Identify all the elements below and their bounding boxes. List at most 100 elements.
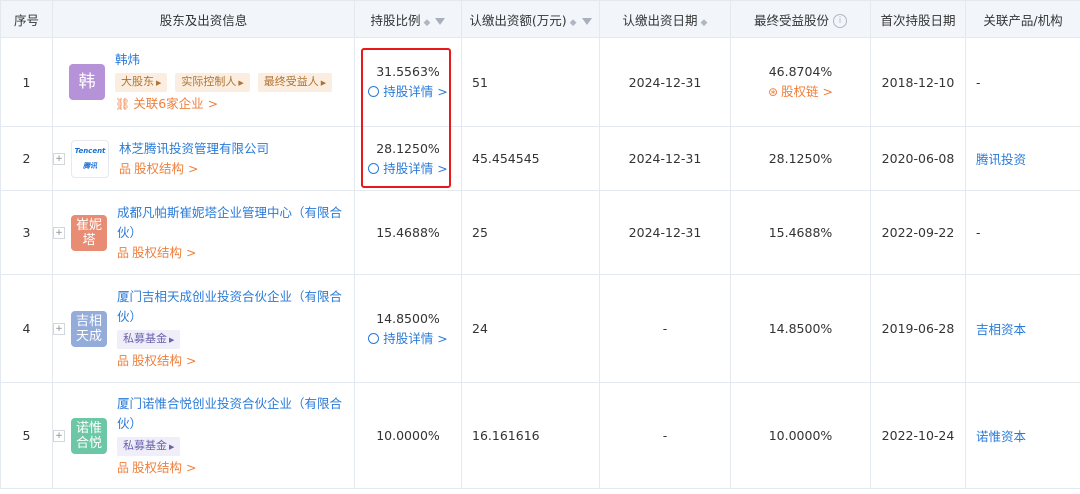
final-value: 46.8704% [768,64,833,79]
expand-icon[interactable]: + [53,429,65,442]
final-value: 28.1250% [730,126,871,191]
tag-list: 大股东 ▶ 实际控制人 ▶ 最终受益人 ▶ [115,73,336,92]
table-row: 1 韩 韩炜 大股东▶ 实际控制人▶ 最终受益人▶ ⛓关联6家企业 > [0,37,1080,127]
holding-detail-link[interactable]: 持股详情 > [355,82,461,102]
row-index: 4 [0,274,53,383]
tencent-logo: Tencent 腾讯 [71,139,109,178]
date-value: 2024-12-31 [599,37,731,127]
tag-private-fund[interactable]: 私募基金 ▶ [117,329,181,349]
pie-chart-icon [368,86,380,97]
equity-chain-link[interactable]: ⊛ 股权链 > [731,82,870,102]
holder-cell: + 崔妮塔 成都凡帕斯崔妮塔企业管理中心（有限合伙） 品股权结构 > [53,197,354,269]
structure-icon: 品 [117,353,130,368]
table-row: 5 + 诺惟合悦 厦门诺惟合悦创业投资合伙企业（有限合伙） 私募基金 ▶ 品股权结… [0,382,1080,489]
row-index: 5 [0,382,53,489]
tag-private-fund[interactable]: 私募基金 ▶ [117,436,181,456]
row-index: 2 [0,126,53,191]
product-link[interactable]: 诺惟资本 [976,429,1026,444]
table-row: 4 + 吉相天成 厦门吉相天成创业投资合伙企业（有限合伙） 私募基金 ▶ 品股权结… [0,274,1080,383]
product-value: - [965,37,1080,127]
ratio-value: 28.1250% [376,140,440,156]
header-index: 序号 [0,0,53,38]
tag-list: 私募基金 ▶ [117,329,354,349]
holder-name-link[interactable]: 成都凡帕斯崔妮塔企业管理中心（有限合伙） [117,203,354,243]
header-date[interactable]: 认缴出资日期 ◆ [599,0,731,38]
structure-icon: 品 [117,245,130,260]
header-amount[interactable]: 认缴出资额(万元) ◆ [461,0,600,38]
product-link[interactable]: 腾讯投资 [976,152,1026,167]
expand-icon[interactable]: + [53,322,65,335]
expand-icon[interactable]: + [53,226,65,239]
date-value: 2024-12-31 [599,126,731,191]
amount-value: 25 [461,190,600,275]
related-companies-link[interactable]: ⛓ 关联6家企业 > [115,94,336,114]
holder-name-link[interactable]: 林芝腾讯投资管理有限公司 [119,139,269,159]
first-date-value: 2020-06-08 [870,126,966,191]
holder-cell: + Tencent 腾讯 林芝腾讯投资管理有限公司 品股权结构 > [53,133,354,185]
filter-icon[interactable] [435,17,446,25]
first-date-value: 2022-09-22 [870,190,966,275]
tag-list: 私募基金 ▶ [117,436,354,456]
date-value: - [599,274,731,383]
ratio-value: 14.8500% [376,310,440,326]
filter-icon[interactable] [581,17,592,25]
first-date-value: 2019-06-28 [870,274,966,383]
tag-major-shareholder[interactable]: 大股东 ▶ [115,73,168,92]
relation-icon: ⛓ [115,97,131,111]
info-icon[interactable]: i [833,14,847,28]
equity-structure-link[interactable]: 品股权结构 > [117,351,354,371]
amount-value: 51 [461,37,600,127]
tag-final-beneficiary[interactable]: 最终受益人 ▶ [257,73,333,92]
final-value: 15.4688% [730,190,871,275]
tag-actual-controller[interactable]: 实际控制人 ▶ [175,73,250,92]
avatar: 诺惟合悦 [71,417,107,454]
chain-icon: ⊛ [767,85,779,99]
sort-icon[interactable]: ◆ [701,18,708,28]
header-product: 关联产品/机构 [965,0,1080,38]
row-index: 1 [0,37,53,127]
equity-structure-link[interactable]: 品股权结构 > [119,159,269,179]
ratio-value: 15.4688% [354,190,462,275]
header-holder: 股东及出资信息 [52,0,355,38]
header-ratio[interactable]: 持股比例 ◆ [354,0,462,38]
pie-chart-icon [368,162,380,174]
table-row: 2 + Tencent 腾讯 林芝腾讯投资管理有限公司 品股权结构 > 28.1… [0,126,1080,191]
sort-icon[interactable]: ◆ [570,18,577,28]
pie-chart-icon [368,332,380,344]
holder-name-link[interactable]: 厦门诺惟合悦创业投资合伙企业（有限合伙） [117,394,354,434]
table-row: 3 + 崔妮塔 成都凡帕斯崔妮塔企业管理中心（有限合伙） 品股权结构 > 15.… [0,190,1080,275]
structure-icon: 品 [117,460,130,475]
holder-name-link[interactable]: 韩炜 [115,50,336,70]
holder-cell: + 诺惟合悦 厦门诺惟合悦创业投资合伙企业（有限合伙） 私募基金 ▶ 品股权结构 … [53,388,354,484]
date-value: - [599,382,731,489]
avatar: 韩 [69,64,105,100]
table-header-row: 序号 股东及出资信息 持股比例 ◆ 认缴出资额(万元) ◆ 认缴出资日期 ◆ 最终受益… [0,0,1080,38]
product-value: - [965,190,1080,275]
holding-detail-link[interactable]: 持股详情 > [355,329,461,349]
row-index: 3 [0,190,53,275]
holder-name-link[interactable]: 厦门吉相天成创业投资合伙企业（有限合伙） [117,287,354,327]
final-value: 14.8500% [730,274,871,383]
holder-cell: 韩 韩炜 大股东 ▶ 实际控制人 ▶ 最终受益人 ▶ ⛓ 关联6家企业 > [53,44,354,120]
shareholder-table: 序号 股东及出资信息 持股比例 ◆ 认缴出资额(万元) ◆ 认缴出资日期 ◆ 最终受益… [0,0,1080,489]
equity-structure-link[interactable]: 品股权结构 > [117,458,354,478]
amount-value: 45.454545 [461,126,600,191]
header-first: 首次持股日期 [870,0,966,38]
structure-icon: 品 [119,161,132,176]
product-link[interactable]: 吉相资本 [976,322,1026,337]
date-value: 2024-12-31 [599,190,731,275]
sort-icon[interactable]: ◆ [424,18,431,28]
avatar: 吉相天成 [71,310,107,347]
equity-structure-link[interactable]: 品股权结构 > [117,243,354,263]
avatar: 崔妮塔 [71,214,107,251]
amount-value: 16.161616 [461,382,600,489]
header-final: 最终受益股份 i [730,0,871,38]
ratio-value: 10.0000% [354,382,462,489]
final-value: 10.0000% [730,382,871,489]
ratio-value: 31.5563% [376,64,440,79]
first-date-value: 2022-10-24 [870,382,966,489]
expand-icon[interactable]: + [53,152,65,165]
amount-value: 24 [461,274,600,383]
holding-detail-link[interactable]: 持股详情 > [355,159,461,179]
holder-cell: + 吉相天成 厦门吉相天成创业投资合伙企业（有限合伙） 私募基金 ▶ 品股权结构 … [53,281,354,377]
